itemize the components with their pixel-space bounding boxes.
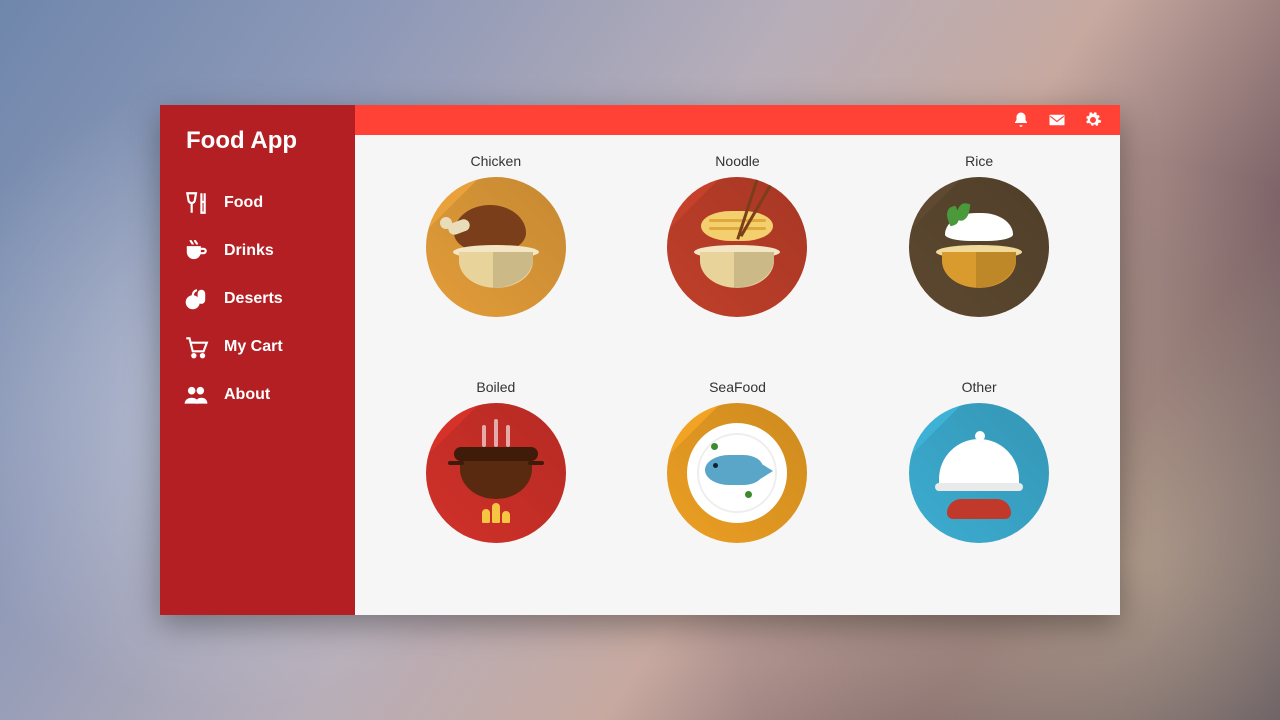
sidebar-item-deserts[interactable]: Deserts — [160, 275, 355, 323]
chicken-icon — [426, 177, 566, 317]
fruit-icon — [182, 285, 210, 313]
category-label: SeaFood — [709, 379, 766, 395]
app-window: Food App Food Drinks Deserts — [160, 105, 1120, 615]
cart-icon — [182, 333, 210, 361]
sidebar-nav: Food Drinks Deserts My Cart — [160, 179, 355, 419]
sidebar-item-label: Deserts — [224, 290, 283, 308]
sidebar-item-food[interactable]: Food — [160, 179, 355, 227]
boiled-pot-icon — [426, 403, 566, 543]
category-noodle[interactable]: Noodle — [637, 153, 839, 361]
sidebar-item-drinks[interactable]: Drinks — [160, 227, 355, 275]
category-rice[interactable]: Rice — [878, 153, 1080, 361]
glass-fork-icon — [182, 189, 210, 217]
sidebar-item-my-cart[interactable]: My Cart — [160, 323, 355, 371]
sidebar-item-label: My Cart — [224, 338, 283, 356]
sidebar: Food App Food Drinks Deserts — [160, 105, 355, 615]
rice-icon — [909, 177, 1049, 317]
category-grid: Chicken Noodle Rice — [355, 135, 1120, 615]
category-boiled[interactable]: Boiled — [395, 379, 597, 587]
topbar — [355, 105, 1120, 135]
main-area: Chicken Noodle Rice — [355, 105, 1120, 615]
category-label: Boiled — [476, 379, 515, 395]
sidebar-item-about[interactable]: About — [160, 371, 355, 419]
category-label: Rice — [965, 153, 993, 169]
noodle-icon — [667, 177, 807, 317]
gear-icon[interactable] — [1084, 111, 1102, 129]
sidebar-item-label: About — [224, 386, 270, 404]
category-label: Noodle — [715, 153, 759, 169]
sidebar-item-label: Drinks — [224, 242, 274, 260]
category-seafood[interactable]: SeaFood — [637, 379, 839, 587]
category-label: Chicken — [471, 153, 522, 169]
app-title: Food App — [160, 127, 355, 173]
serving-dome-icon — [909, 403, 1049, 543]
mail-icon[interactable] — [1048, 111, 1066, 129]
sidebar-item-label: Food — [224, 194, 263, 212]
category-chicken[interactable]: Chicken — [395, 153, 597, 361]
category-label: Other — [962, 379, 997, 395]
seafood-icon — [667, 403, 807, 543]
bell-icon[interactable] — [1012, 111, 1030, 129]
people-icon — [182, 381, 210, 409]
cup-icon — [182, 237, 210, 265]
category-other[interactable]: Other — [878, 379, 1080, 587]
